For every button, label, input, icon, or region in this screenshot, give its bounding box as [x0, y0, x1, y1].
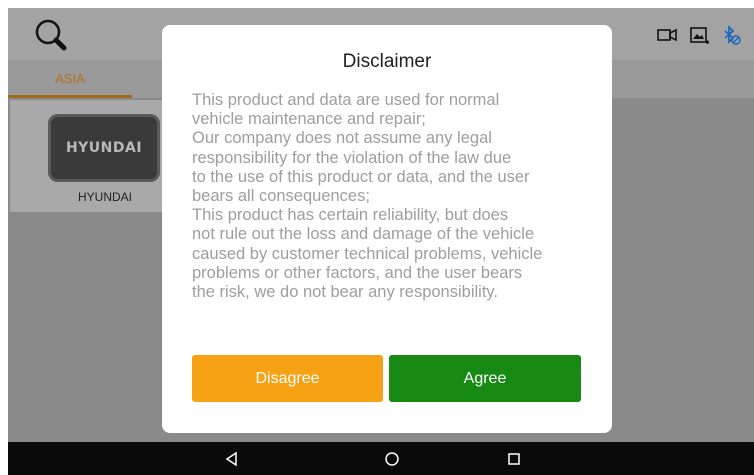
recents-square-icon[interactable]	[505, 450, 523, 468]
android-nav-bar	[8, 442, 754, 475]
brand-logo-text: HYUNDAI	[65, 140, 143, 156]
dialog-body-text: This product and data are used for norma…	[192, 91, 543, 302]
bluetooth-icon[interactable]	[720, 24, 742, 46]
brand-logo: HYUNDAI	[48, 114, 160, 182]
search-icon[interactable]	[32, 16, 72, 56]
brand-card-hyundai[interactable]: HYUNDAI HYUNDAI	[10, 100, 165, 212]
status-icons	[656, 24, 742, 46]
disagree-button[interactable]: Disagree	[192, 355, 383, 402]
disclaimer-dialog: Disclaimer This product and data are use…	[162, 25, 612, 433]
dialog-title: Disclaimer	[342, 51, 432, 72]
home-circle-icon[interactable]	[383, 450, 401, 468]
tab-asia[interactable]: ASIA	[8, 60, 132, 98]
image-icon[interactable]	[688, 24, 710, 46]
agree-button[interactable]: Agree	[389, 355, 581, 402]
video-camera-icon[interactable]	[656, 24, 678, 46]
back-triangle-icon[interactable]	[223, 450, 241, 468]
